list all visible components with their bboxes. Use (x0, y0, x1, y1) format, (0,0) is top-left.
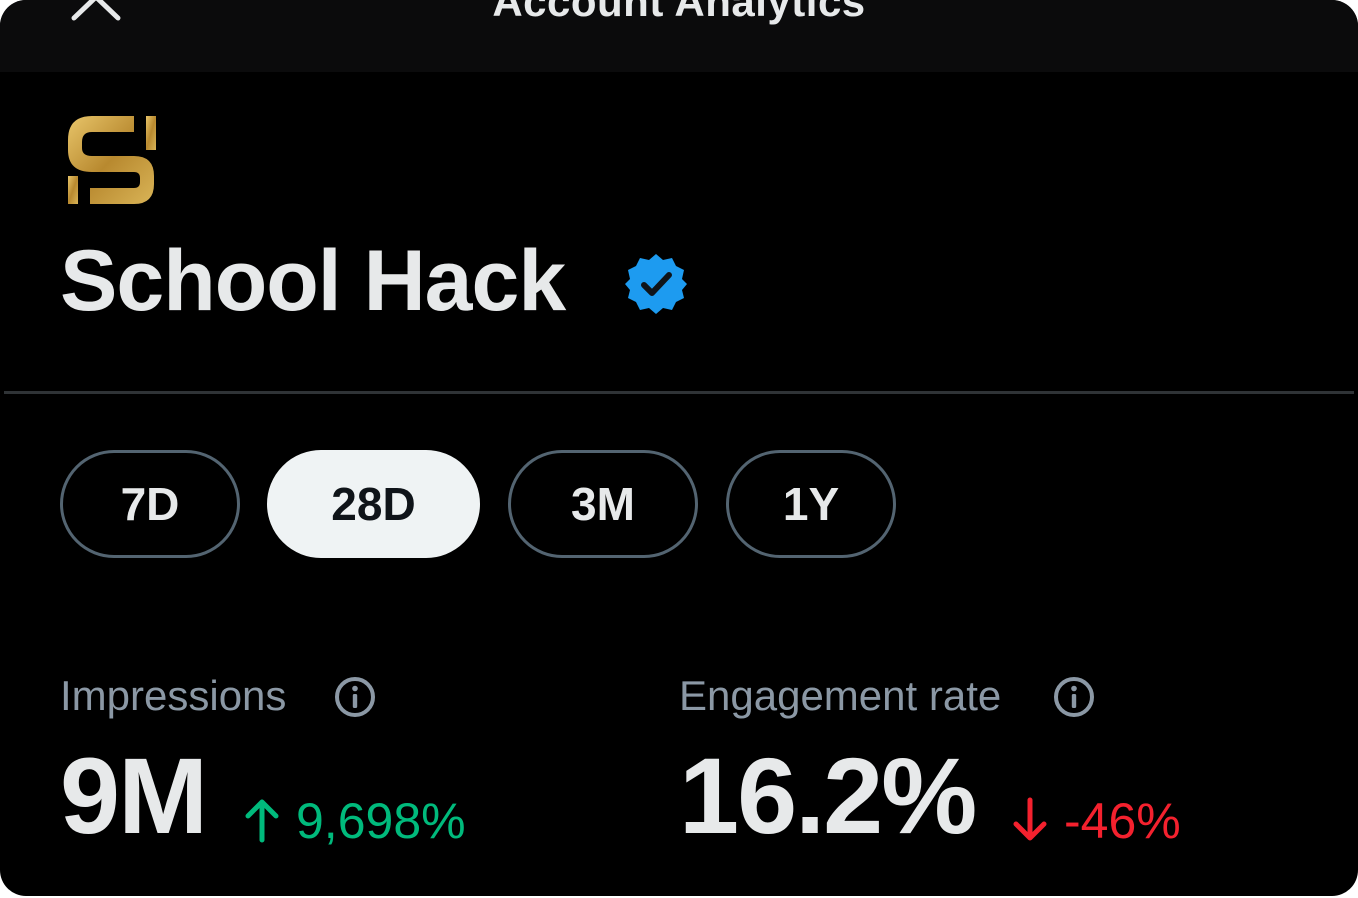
arrow-down-icon (1013, 797, 1047, 841)
account-name: School Hack (60, 233, 566, 329)
engagement-rate-change: -46% (1064, 793, 1181, 849)
verified-badge-icon (625, 254, 687, 314)
engagement-rate-value: 16.2% (679, 735, 977, 856)
impressions-change: 9,698% (296, 793, 466, 849)
page-title: Account Analytics (492, 0, 866, 25)
info-icon[interactable] (334, 676, 376, 718)
tab-3m[interactable]: 3M (508, 450, 698, 558)
tab-1y[interactable]: 1Y (726, 450, 896, 558)
impressions-label: Impressions (60, 672, 287, 719)
info-icon[interactable] (1053, 676, 1095, 718)
divider (4, 391, 1354, 394)
tab-28d[interactable]: 28D (267, 450, 480, 558)
arrow-up-icon (245, 799, 279, 843)
top-bar: Account Analytics (0, 0, 1358, 72)
school-hack-logo (68, 116, 156, 204)
impressions-value: 9M (60, 735, 208, 856)
engagement-rate-label: Engagement rate (679, 672, 1002, 719)
analytics-panel: Account Analytics School Hack 7D 28D 3M … (0, 0, 1358, 896)
tab-7d[interactable]: 7D (60, 450, 240, 558)
